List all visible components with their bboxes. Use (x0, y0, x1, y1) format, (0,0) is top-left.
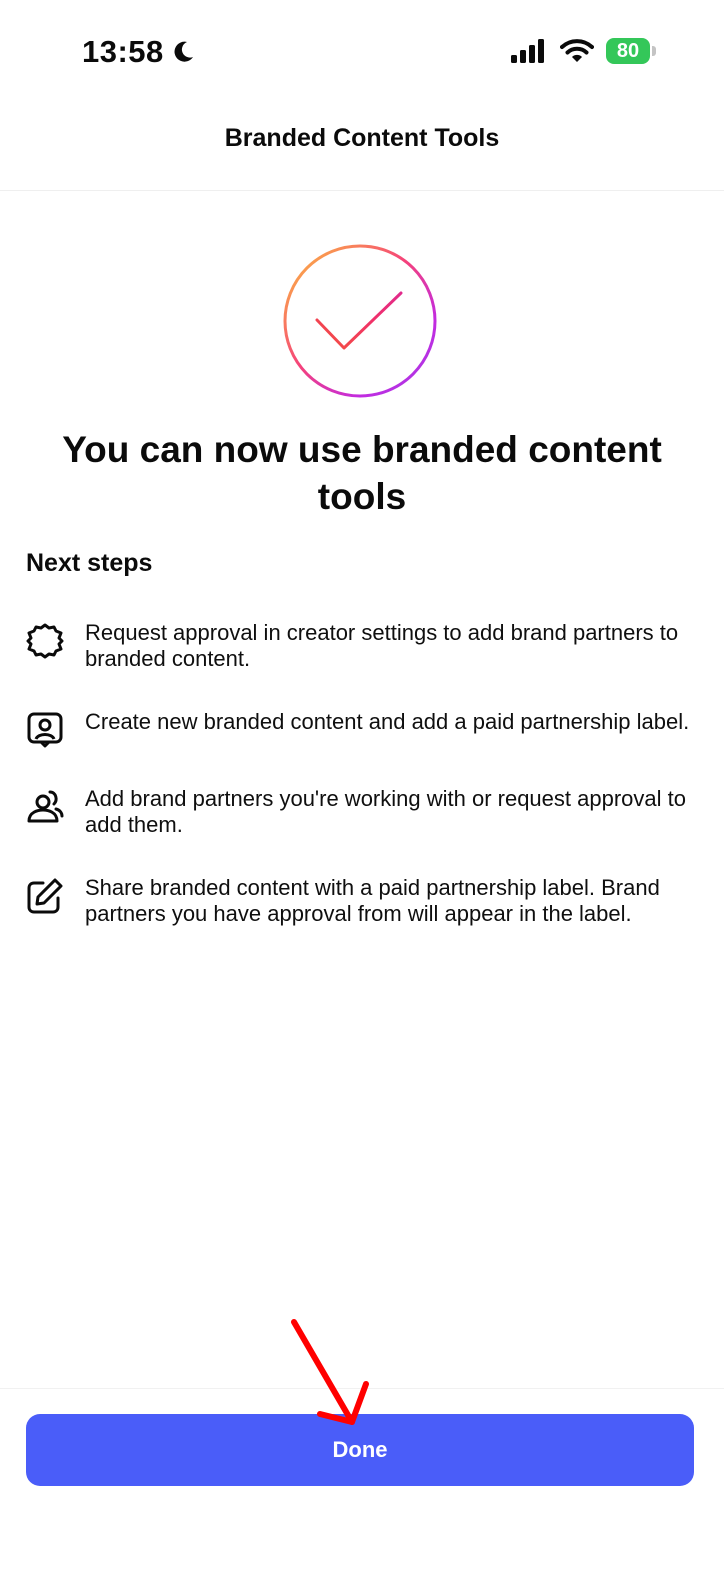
time-text: 13:58 (82, 34, 164, 69)
step-text: Create new branded content and add a pai… (85, 709, 690, 734)
wifi-icon (560, 39, 594, 62)
edit-icon (27, 878, 63, 914)
profile-tag-icon (27, 712, 63, 748)
done-button[interactable]: Done (26, 1414, 694, 1486)
success-title: You can now use branded content tools (62, 429, 662, 517)
list-item: Create new branded content and add a pai… (26, 709, 696, 749)
signal-icon (511, 39, 544, 63)
battery-icon: 80 (606, 38, 656, 64)
list-item: Add brand partners you're working with o… (26, 786, 696, 838)
step-text: Add brand partners you're working with o… (85, 786, 686, 837)
list-item: Share branded content with a paid partne… (26, 875, 696, 927)
status-bar: 13:58 80 (0, 0, 724, 100)
step-text: Share branded content with a paid partne… (85, 875, 660, 926)
list-item: Request approval in creator settings to … (26, 620, 696, 672)
next-steps-heading: Next steps (26, 549, 153, 577)
battery-level: 80 (606, 38, 650, 64)
battery-tip (652, 46, 656, 56)
step-text: Request approval in creator settings to … (85, 620, 679, 671)
status-icons: 80 (510, 38, 656, 64)
header: Branded Content Tools (0, 100, 724, 191)
page-title: Branded Content Tools (224, 123, 500, 152)
people-icon (27, 790, 64, 823)
moon-icon (174, 41, 193, 62)
next-steps-list: Request approval in creator settings to … (26, 620, 696, 964)
done-label: Done (332, 1437, 388, 1462)
gear-icon (26, 623, 64, 659)
check-circle-icon (283, 244, 437, 398)
footer-divider (0, 1388, 724, 1389)
status-time: 13:58 (82, 34, 196, 70)
